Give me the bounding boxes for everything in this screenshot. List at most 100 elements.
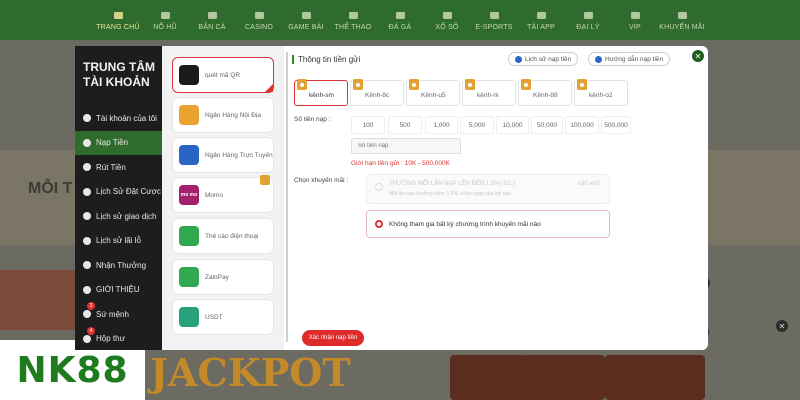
promo-option-amount: ≥30 vnđ — [577, 181, 599, 187]
nav-item[interactable]: TẢI APP — [518, 0, 565, 40]
deposit-channel[interactable]: Kênh-8c — [350, 79, 404, 106]
payment-method-label: Thẻ cào điện thoại — [205, 232, 259, 240]
nav-item[interactable]: XỔ SỐ — [424, 0, 471, 40]
background-banner-text: MỖI T — [28, 180, 73, 197]
nav-item-label: THỂ THAO — [334, 23, 372, 31]
confirm-deposit-button[interactable]: Xác nhận nạp tiền — [302, 330, 364, 346]
payment-method[interactable]: ZaloPay — [173, 260, 273, 294]
payment-method[interactable]: Thẻ cào điện thoại — [173, 219, 273, 253]
promo-option-none[interactable]: Không tham gia bất kỳ chương trình khuyế… — [366, 210, 610, 238]
history-icon — [515, 55, 522, 63]
nav-item[interactable]: ĐẠI LÝ — [565, 0, 612, 40]
payment-method[interactable]: Ngân Hàng Trực Tuyến — [173, 138, 273, 172]
nav-item-label: GAME BÀI — [288, 23, 324, 31]
sidebar-item[interactable]: Lịch sử giao dịch — [75, 204, 162, 229]
deposit-channel-label: kênh-sm — [309, 92, 334, 99]
close-icon[interactable]: ✕ — [776, 320, 788, 332]
nav-item[interactable]: GAME BÀI — [283, 0, 330, 40]
menu-icon — [83, 261, 91, 270]
channel-badge-icon — [353, 79, 363, 90]
nav-item[interactable]: BẮN CÁ — [189, 0, 236, 40]
promo-radio-selected[interactable] — [375, 220, 383, 228]
nav-item[interactable]: KHUYẾN MÃI — [659, 0, 706, 40]
menu-icon — [83, 310, 91, 319]
casino-icon — [253, 10, 265, 21]
amount-option[interactable]: 1,000 — [425, 116, 458, 134]
selected-corner-icon — [265, 84, 273, 92]
deposit-channel-label: kênh-rk — [477, 92, 499, 99]
section-title-text: Thông tin tiền gửi — [298, 55, 361, 64]
sidebar-item[interactable]: Rút Tiền — [75, 155, 162, 180]
nav-item[interactable]: VIP — [612, 0, 659, 40]
scrollbar[interactable] — [286, 52, 288, 342]
sidebar-item[interactable]: Lịch Sử Đặt Cược — [75, 180, 162, 205]
amount-option[interactable]: 5,000 — [460, 116, 494, 134]
download-icon — [535, 10, 547, 21]
payment-method-icon — [179, 307, 199, 327]
deposit-channel-label: Kênh-u5 — [421, 92, 446, 99]
amount-option[interactable]: 100,000 — [565, 116, 599, 134]
deposit-history-button[interactable]: Lịch sử nạp tiền — [508, 52, 579, 66]
nav-item[interactable]: E-SPORTS — [471, 0, 518, 40]
sidebar-item[interactable]: Nạp Tiền — [75, 130, 162, 155]
sidebar-item[interactable]: Lịch sử lãi lỗ — [75, 229, 162, 254]
nav-item[interactable]: NỔ HŨ — [142, 0, 189, 40]
sidebar-item-label: GIỚI THIỆU — [96, 285, 140, 295]
deposit-channel[interactable]: kênh-sm — [294, 79, 348, 106]
payment-method-icon — [179, 65, 199, 85]
nav-item[interactable]: CASINO — [236, 0, 283, 40]
deposit-channel[interactable]: Kênh-u5 — [406, 79, 460, 106]
deposit-limit-text: Giới hạn tiền gửi : 10K - 500,000K — [351, 160, 450, 167]
channel-badge-icon — [521, 79, 531, 90]
payment-method-icon — [179, 267, 199, 287]
deposit-channel[interactable]: kênh-o2 — [574, 79, 628, 106]
payment-method[interactable]: Ngân Hàng Nội Địa — [173, 98, 273, 132]
amount-option[interactable]: 10,000 — [496, 116, 529, 134]
channel-badge-icon — [577, 79, 587, 90]
sidebar-item[interactable]: Nhận Thưởng — [75, 253, 162, 278]
amount-option[interactable]: 100 — [351, 116, 385, 134]
deposit-panel: Thông tin tiền gửi Lịch sử nạp tiền Hướn… — [284, 46, 708, 350]
sidebar-item[interactable]: Tài khoản của tôi — [75, 106, 162, 131]
amount-option[interactable]: 500 — [388, 116, 422, 134]
promo-option-title: Không tham gia bất kỳ chương trình khuyế… — [389, 220, 541, 228]
payment-method-icon — [179, 145, 199, 165]
promo-option-bonus[interactable]: THƯỞNG MỖI LẦN NẠP LÊN ĐẾN 1.5%( 5/1 ) ≥… — [366, 174, 610, 204]
menu-icon — [83, 285, 91, 294]
deposit-channel[interactable]: Kênh-88 — [518, 79, 572, 106]
sidebar-item[interactable]: GIỚI THIỆU — [75, 278, 162, 303]
nav-item-label: XỔ SỐ — [435, 23, 459, 31]
payment-method[interactable]: mo mo Momo — [173, 175, 273, 212]
promo-option-subtitle: Mỗi lần nạp thưởng thêm 1.5%, nhận ngay … — [389, 191, 511, 197]
account-title-line: TRUNG TÂM — [83, 60, 155, 74]
amount-input[interactable] — [351, 138, 461, 154]
payment-method-label: Ngân Hàng Nội Địa — [205, 111, 262, 119]
nav-item[interactable]: ĐÁ GÀ — [377, 0, 424, 40]
deposit-guide-button[interactable]: Hướng dẫn nạp tiền — [588, 52, 671, 66]
amount-option[interactable]: 50,000 — [531, 116, 563, 134]
promo-label: Chọn khuyến mãi : — [294, 177, 349, 184]
sidebar-item[interactable]: 4 Hộp thư — [75, 326, 162, 352]
payment-method-icon — [179, 105, 199, 125]
promo-flag-icon — [260, 175, 270, 185]
nav-item-label: VIP — [629, 23, 641, 31]
sidebar-item[interactable]: 3 Sứ mệnh — [75, 302, 162, 327]
amount-option[interactable]: 500,000 — [601, 116, 631, 134]
promo-radio[interactable] — [375, 183, 383, 191]
payment-method[interactable]: quét mã QR — [173, 58, 273, 92]
channel-badge-icon — [465, 79, 475, 90]
nav-item[interactable]: TRANG CHỦ — [95, 0, 142, 40]
payment-method[interactable]: USDT — [173, 300, 273, 334]
notification-badge: 3 — [87, 302, 95, 310]
deposit-channel[interactable]: kênh-rk — [462, 79, 516, 106]
nav-item-label: ĐẠI LÝ — [576, 23, 600, 31]
account-sidebar: TRUNG TÂM TÀI KHOẢN Tài khoản của tôi Nạp… — [75, 46, 162, 350]
close-icon[interactable]: ✕ — [692, 50, 704, 62]
sidebar-item-label: Sứ mệnh — [96, 309, 129, 319]
menu-icon — [83, 163, 91, 172]
payment-method-label: USDT — [205, 313, 223, 321]
menu-icon — [83, 138, 91, 147]
home-icon — [112, 10, 124, 21]
account-title: TRUNG TÂM TÀI KHOẢN — [75, 46, 162, 106]
nav-item[interactable]: THỂ THAO — [330, 0, 377, 40]
